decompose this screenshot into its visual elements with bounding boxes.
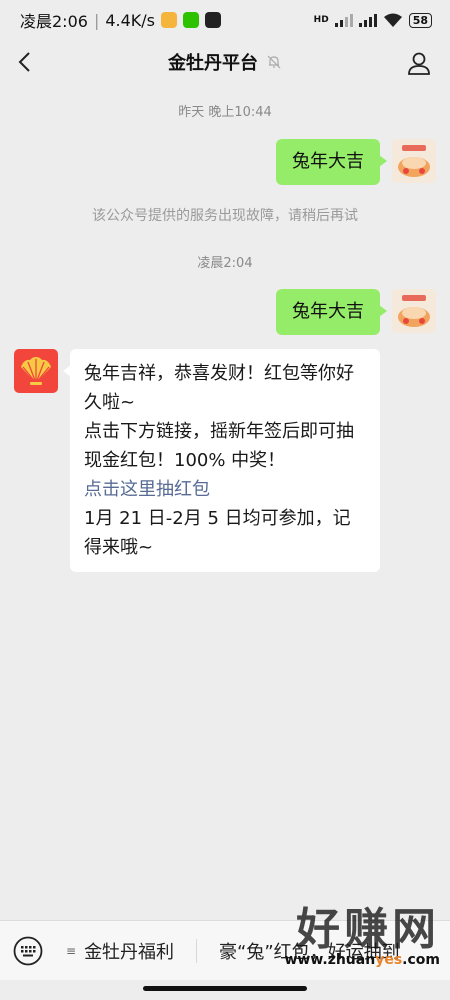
- outgoing-message[interactable]: 兔年大吉: [276, 139, 387, 185]
- wifi-icon: [383, 13, 402, 27]
- status-time: 凌晨2:06: [20, 12, 88, 31]
- message-text-line: 兔年吉祥，恭喜发财！红包等你好久啦~: [84, 363, 354, 413]
- user-avatar[interactable]: [392, 139, 436, 183]
- signal-icon: [334, 13, 353, 27]
- watermark-brand: 好赚网: [296, 904, 440, 955]
- profile-icon[interactable]: [406, 50, 432, 76]
- chat-header: 金牡丹平台: [0, 40, 450, 84]
- notes-app-icon: [161, 12, 177, 28]
- timestamp: 昨天 晚上10:44: [178, 105, 272, 120]
- system-notice: 该公众号提供的服务出现故障，请稍后再试: [92, 208, 358, 224]
- app-notification-icon: [205, 12, 221, 28]
- battery-indicator: 58: [408, 12, 432, 28]
- message-text-line: 1月 21 日-2月 5 日均可参加，记得来哦~: [84, 508, 351, 558]
- back-arrow-icon[interactable]: [14, 50, 38, 74]
- user-avatar[interactable]: [392, 289, 436, 333]
- menu-list-icon: ≡: [66, 943, 77, 958]
- wechat-icon: [183, 12, 199, 28]
- signal-icon-2: [358, 13, 377, 27]
- keyboard-toggle-button[interactable]: [8, 931, 48, 971]
- message-text-line: 点击下方链接，摇新年签后即可抽现金红包！100% 中奖！: [84, 421, 354, 471]
- status-bar: 凌晨2:06 | 4.4K/s HD 58: [0, 0, 450, 40]
- network-speed: 4.4K/s: [105, 10, 155, 30]
- hd-label: HD: [313, 15, 329, 25]
- outgoing-message[interactable]: 兔年大吉: [276, 289, 387, 335]
- watermark: 好赚网 www.zhuanyes.com: [240, 906, 440, 986]
- menu-item-label: 金牡丹福利: [84, 941, 175, 963]
- timestamp: 凌晨2:04: [197, 256, 253, 271]
- home-indicator[interactable]: [143, 986, 307, 991]
- incoming-message[interactable]: 兔年吉祥，恭喜发财！红包等你好久啦~ 点击下方链接，摇新年签后即可抽现金红包！1…: [63, 349, 380, 572]
- menu-item-welfare[interactable]: ≡ 金牡丹福利: [66, 921, 196, 981]
- keyboard-icon: [13, 936, 43, 965]
- chat-title: 金牡丹平台: [168, 53, 258, 74]
- shell-logo-icon: [21, 357, 51, 385]
- menu-divider: [196, 938, 197, 963]
- watermark-url: www.zhuanyes.com: [284, 952, 440, 968]
- mute-bell-icon: [267, 55, 281, 69]
- official-account-avatar[interactable]: [14, 349, 58, 393]
- lottery-link[interactable]: 点击这里抽红包: [84, 475, 366, 504]
